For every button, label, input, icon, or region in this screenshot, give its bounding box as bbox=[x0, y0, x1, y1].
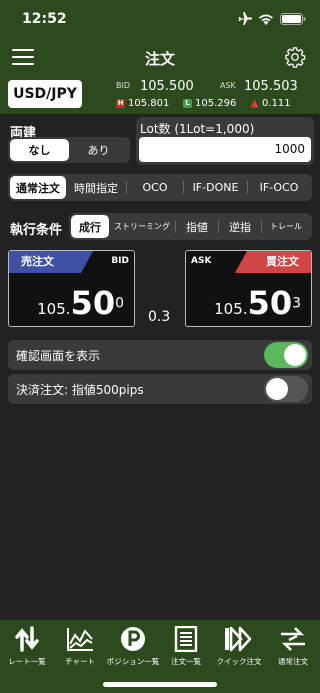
ask-price: 105.503 bbox=[244, 79, 298, 94]
order-type-ifoco[interactable]: IF-OCO bbox=[248, 176, 310, 199]
low-badge: L bbox=[183, 99, 192, 108]
wifi-icon bbox=[259, 14, 273, 25]
high-badge: H bbox=[116, 99, 125, 108]
order-list-icon bbox=[174, 626, 198, 652]
exec-segmented: 成行 ストリーミング 指値 逆指 トレール bbox=[69, 213, 312, 240]
settle-row: 決済注文: 指値500pips bbox=[8, 374, 312, 404]
tab-normal-order[interactable]: 通常注文 bbox=[266, 626, 320, 667]
spread-value: 0.3 bbox=[148, 309, 171, 325]
exec-stop[interactable]: 逆指 bbox=[219, 215, 261, 238]
price-bar: USD/JPY BID 105.500 ASK 105.503 H 105.80… bbox=[0, 76, 320, 114]
order-type-normal[interactable]: 通常注文 bbox=[10, 176, 66, 199]
sell-price: 105.500 bbox=[37, 284, 124, 322]
currency-pair-button[interactable]: USD/JPY bbox=[8, 80, 82, 108]
buy-ask-label: ASK bbox=[191, 256, 212, 266]
quick-order-icon bbox=[225, 626, 252, 652]
exec-streaming[interactable]: ストリーミング bbox=[109, 215, 175, 238]
tab-positions[interactable]: ポジション一覧 bbox=[106, 626, 160, 667]
battery-icon bbox=[280, 13, 306, 25]
lot-box: Lot数 (1Lot=1,000) 1000 bbox=[136, 117, 314, 165]
low-price: 105.296 bbox=[195, 98, 237, 109]
buy-tag: 買注文 bbox=[266, 255, 299, 268]
confirm-toggle[interactable] bbox=[264, 342, 308, 368]
exec-trail[interactable]: トレール bbox=[262, 215, 310, 238]
ask-label: ASK bbox=[220, 81, 236, 90]
tab-quick-order[interactable]: クイック注文 bbox=[212, 626, 266, 667]
order-type-ifdone[interactable]: IF-DONE bbox=[184, 176, 247, 199]
chart-icon bbox=[67, 628, 93, 651]
tab-order-list[interactable]: 注文一覧 bbox=[159, 626, 213, 667]
home-indicator bbox=[103, 682, 217, 687]
position-icon bbox=[121, 627, 145, 651]
sell-order-button[interactable]: 売注文 BID 105.500 bbox=[8, 250, 135, 327]
price-change: 0.111 bbox=[262, 98, 291, 109]
high-price: 105.801 bbox=[128, 98, 170, 109]
status-bar: 12:52 bbox=[0, 0, 320, 38]
buy-price: 105.503 bbox=[214, 284, 301, 322]
sell-bid-label: BID bbox=[111, 256, 129, 266]
gear-icon[interactable] bbox=[284, 46, 306, 68]
bid-price: 105.500 bbox=[140, 79, 194, 94]
settle-toggle[interactable] bbox=[264, 376, 308, 402]
hedge-option-none[interactable]: なし bbox=[10, 139, 69, 161]
airplane-icon bbox=[238, 12, 252, 25]
buy-order-button[interactable]: 買注文 ASK 105.503 bbox=[185, 250, 312, 327]
exec-limit[interactable]: 指値 bbox=[176, 215, 218, 238]
tab-chart[interactable]: チャート bbox=[53, 626, 107, 667]
confirm-label: 確認画面を表示 bbox=[16, 349, 101, 363]
sell-tag: 売注文 bbox=[21, 255, 54, 268]
lot-label: Lot数 (1Lot=1,000) bbox=[140, 122, 255, 136]
settle-label: 決済注文: 指値500pips bbox=[16, 383, 144, 397]
exec-label: 執行条件 bbox=[10, 223, 63, 238]
status-time: 12:52 bbox=[22, 11, 67, 27]
order-type-time[interactable]: 時間指定 bbox=[66, 176, 126, 199]
lot-input[interactable]: 1000 bbox=[139, 137, 311, 162]
rate-list-icon bbox=[15, 626, 39, 652]
normal-order-icon bbox=[281, 627, 305, 651]
hedge-option-yes[interactable]: あり bbox=[69, 139, 128, 161]
order-type-oco[interactable]: OCO bbox=[127, 176, 183, 199]
nav-bar: 注文 bbox=[0, 38, 320, 76]
confirm-row: 確認画面を表示 bbox=[8, 340, 312, 370]
bid-label: BID bbox=[116, 81, 131, 90]
order-type-segmented: 通常注文 時間指定 OCO IF-DONE IF-OCO bbox=[8, 174, 312, 201]
hedge-segmented: なし あり bbox=[8, 137, 130, 163]
tab-rate-list[interactable]: レート一覧 bbox=[0, 626, 54, 667]
exec-market[interactable]: 成行 bbox=[71, 215, 109, 238]
status-icons bbox=[236, 12, 306, 26]
page-title: 注文 bbox=[144, 50, 175, 68]
up-triangle-icon bbox=[250, 99, 259, 108]
